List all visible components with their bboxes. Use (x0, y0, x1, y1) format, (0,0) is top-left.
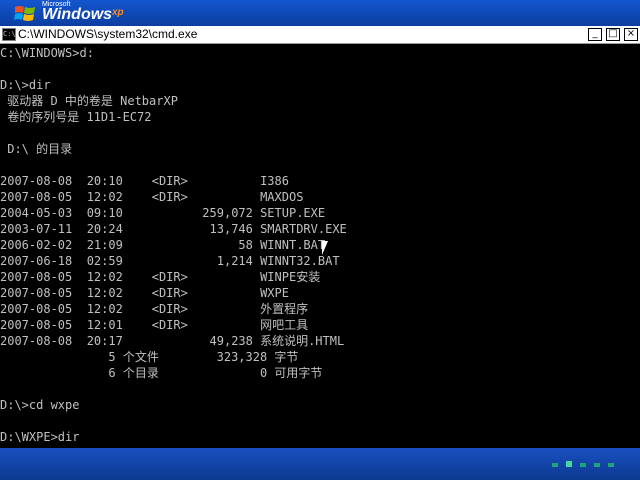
tray-dot-icon[interactable] (594, 463, 600, 467)
console-line: D:\>cd wxpe (0, 398, 80, 412)
console-line: 2007-08-05 12:02 <DIR> WXPE (0, 286, 289, 300)
console-line: 2007-08-08 20:17 49,238 系统说明.HTML (0, 334, 345, 348)
xp-label: xp (112, 7, 124, 18)
console-line: 2004-05-03 09:10 259,072 SETUP.EXE (0, 206, 326, 220)
console-line: 驱动器 D 中的卷是 NetbarXP (0, 94, 178, 108)
console-line: 2007-08-05 12:01 <DIR> 网吧工具 (0, 318, 309, 332)
console-line: 2007-08-05 12:02 <DIR> WINPE安装 (0, 270, 321, 284)
windows-label: Windows (42, 6, 113, 23)
console-line: 6 个目录 0 可用字节 (0, 366, 323, 380)
console-line: C:\WINDOWS>d: (0, 46, 94, 60)
console-line: D:\WXPE>dir (0, 430, 80, 444)
tray-dot-icon[interactable] (580, 463, 586, 467)
console-line: 2007-08-05 12:02 <DIR> 外置程序 (0, 302, 309, 316)
console-line: 2003-07-11 20:24 13,746 SMARTDRV.EXE (0, 222, 347, 236)
console-line: D:\>dir (0, 78, 51, 92)
cmd-icon[interactable]: C:\ (2, 28, 16, 41)
tray-dot-icon[interactable] (566, 461, 572, 467)
close-icon: × (626, 28, 636, 39)
console-window[interactable]: C:\ C:\WINDOWS\system32\cmd.exe _ □ × C:… (0, 26, 640, 448)
close-button[interactable]: × (624, 28, 638, 41)
console-line: 2006-02-02 21:09 58 WINNT.BAT (0, 238, 326, 252)
minimize-icon: _ (592, 28, 598, 39)
minimize-button[interactable]: _ (588, 28, 602, 41)
console-line: 卷的序列号是 11D1-EC72 (0, 110, 152, 124)
maximize-icon: □ (608, 28, 618, 39)
title-bar[interactable]: C:\ C:\WINDOWS\system32\cmd.exe _ □ × (0, 26, 640, 44)
maximize-button[interactable]: □ (606, 28, 620, 41)
tray-dot-icon[interactable] (608, 463, 614, 467)
windows-logo-icon (14, 6, 35, 21)
window-title: C:\WINDOWS\system32\cmd.exe (18, 27, 198, 41)
console-line: 2007-08-05 12:02 <DIR> MAXDOS (0, 190, 304, 204)
console-output[interactable]: C:\WINDOWS>d: D:\>dir 驱动器 D 中的卷是 NetbarXP… (0, 45, 640, 445)
console-line: 2007-06-18 02:59 1,214 WINNT32.BAT (0, 254, 340, 268)
console-line: D:\ 的目录 (0, 142, 73, 156)
tray-dot-icon[interactable] (552, 463, 558, 467)
taskbar[interactable] (0, 448, 640, 480)
windows-branding-bar: Microsoft Windows xp (0, 0, 640, 26)
console-line: 5 个文件 323,328 字节 (0, 350, 299, 364)
mouse-pointer-icon (322, 241, 334, 255)
console-line: 2007-08-08 20:10 <DIR> I386 (0, 174, 289, 188)
